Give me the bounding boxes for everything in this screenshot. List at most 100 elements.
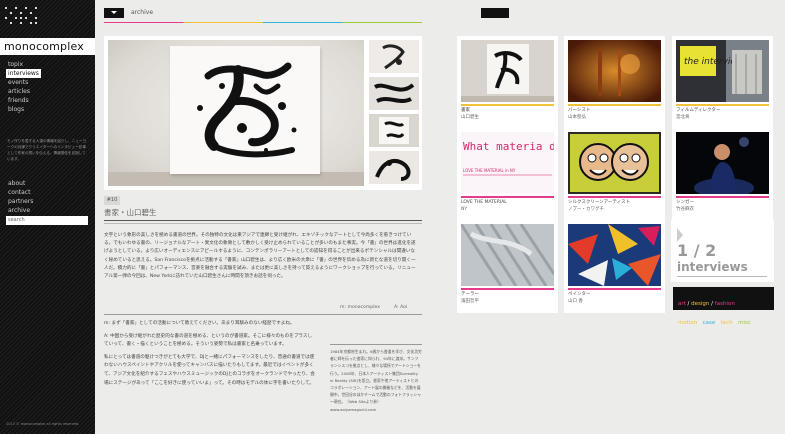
calligraphy-artwork-icon <box>197 62 297 158</box>
archive-toggle-button[interactable] <box>104 8 124 18</box>
menu-tab-button[interactable] <box>481 8 509 18</box>
category-fashion[interactable]: fashion <box>715 301 735 307</box>
sidebar: monocomplex topix interviews events arti… <box>0 0 95 434</box>
gallery-floor <box>108 172 364 186</box>
card-category-bar <box>461 196 554 198</box>
qa-paragraph: A: 中国から受け継がれた歴史的な書の道を極める、というのが書道家。そこに様々の… <box>104 333 313 348</box>
category-tech[interactable]: tech <box>721 320 733 326</box>
site-description: モノ作りを愛する人達の情報を紹介し、ニューヨークの目線でクリエイターへのインタビ… <box>7 139 87 161</box>
article-title: 書家・山口碧生 <box>104 208 157 217</box>
card-thumbnail <box>568 132 661 194</box>
card-name: 宮北将 <box>676 115 690 120</box>
profile-rule <box>330 344 422 345</box>
pager-fraction: 1 / 2 <box>677 241 717 260</box>
interview-card[interactable]: バーシスト 山本堅弘 <box>564 36 665 129</box>
card-category-bar <box>568 196 661 198</box>
card-category-bar <box>461 104 554 106</box>
main-nav: topix interviews events articles friends… <box>6 60 41 114</box>
qa-paragraph: m: まず「書家」としての活動について教えてください。あまり耳馴みのない経歴です… <box>104 321 295 326</box>
nav-item-articles[interactable]: articles <box>6 87 32 96</box>
interview-card[interactable]: the interview フィルムディレクター 宮北将 <box>672 36 773 129</box>
interview-card[interactable]: シルクスクリーンアーティスト ノブー・カワグチ <box>564 128 665 221</box>
card-role: バーシスト <box>568 108 591 113</box>
title-rule <box>104 223 422 224</box>
nav-item-about[interactable]: about <box>6 179 27 188</box>
feature-gallery <box>104 36 422 190</box>
category-filter: art / design / fashion motion / case / t… <box>673 287 774 326</box>
search-input[interactable]: search <box>6 216 88 225</box>
pager-rule <box>677 276 767 277</box>
card-name: 山口碧生 <box>461 115 479 120</box>
nav-item-topix[interactable]: topix <box>6 60 25 69</box>
card-role: LOVE THE MATERIAL <box>461 200 507 205</box>
card-category-bar <box>461 288 554 290</box>
title-rule <box>104 220 422 221</box>
card-category-bar <box>568 104 661 106</box>
qa-paragraph: 私にとっては書道の駆けつきがとても大学で、DJと一緒にパフォーマンスをしたり、普… <box>104 354 315 386</box>
interview-card[interactable]: シンガー 竹谷麻衣 <box>672 128 773 221</box>
card-category-bar <box>568 288 661 290</box>
card-name: 山本堅弘 <box>568 115 586 120</box>
artist-profile: 1984年京都府生まれ。6歳から書道を学び、文化功労者に師を伝った書家に知られ、… <box>330 349 422 412</box>
interview-qa: m: まず「書家」としての活動について教えてください。あまり耳馴みのない経歴です… <box>104 320 316 392</box>
gallery-thumbnail[interactable] <box>369 114 419 147</box>
card-role: シンガー <box>676 200 694 205</box>
credit-artist: A: Aoi <box>394 305 408 310</box>
category-misc[interactable]: misc <box>738 320 751 326</box>
card-name: 山口 香 <box>568 299 583 304</box>
section-label: archive <box>131 9 154 16</box>
card-role: 書家 <box>461 108 470 113</box>
calligraphy-canvas <box>170 46 320 174</box>
nav-item-interviews[interactable]: interviews <box>6 69 41 78</box>
pager[interactable]: 1 / 2 interviews <box>671 220 774 282</box>
card-name: NY <box>461 207 468 212</box>
interview-card[interactable]: 書家 山口碧生 <box>457 36 558 129</box>
nav-item-friends[interactable]: friends <box>6 96 31 105</box>
gallery-thumbnail[interactable] <box>369 77 419 110</box>
card-name: 濱田哲平 <box>461 299 479 304</box>
color-divider <box>104 22 422 23</box>
nav-item-blogs[interactable]: blogs <box>6 105 26 114</box>
site-logo[interactable]: monocomplex <box>0 38 95 55</box>
card-category-bar <box>676 196 769 198</box>
credit-interviewer: m: monocomplex <box>340 305 380 310</box>
interview-card[interactable]: ペインター 山口 香 <box>564 220 665 313</box>
issue-number: #10 <box>104 196 120 205</box>
card-thumbnail <box>676 132 769 194</box>
nav-item-partners[interactable]: partners <box>6 197 35 206</box>
poster-subline: LOVE THE MATERIAL in NY <box>463 168 516 173</box>
category-case[interactable]: case <box>703 320 716 326</box>
article-intro: 文字という象形の美しさを極める書道の世界。その独特の文化は東アジアで連綿と受け継… <box>104 233 416 280</box>
gallery-thumbnail[interactable] <box>369 40 419 73</box>
card-thumbnail <box>568 224 661 286</box>
card-thumbnail: What materia do you love ? LOVE THE MATE… <box>461 132 554 194</box>
logo-mark-icon[interactable] <box>5 7 45 29</box>
interview-card[interactable]: What materia do you love ? LOVE THE MATE… <box>457 128 558 221</box>
card-category-bar <box>676 104 769 106</box>
category-motion[interactable]: motion <box>678 320 697 326</box>
credit-line: m: monocomplex A: Aoi <box>104 305 422 315</box>
card-thumbnail <box>568 40 661 102</box>
card-thumbnail <box>461 224 554 286</box>
gallery-thumbnail[interactable] <box>369 151 419 184</box>
card-role: フィルムディレクター <box>676 108 721 113</box>
footer-nav: about contact partners archive <box>6 179 35 215</box>
nav-item-events[interactable]: events <box>6 78 30 87</box>
credit-rule <box>104 314 422 315</box>
category-art[interactable]: art <box>678 301 686 307</box>
card-role: ペインター <box>568 292 591 297</box>
card-role: シルクスクリーンアーティスト <box>568 200 631 205</box>
card-thumbnail <box>461 40 554 102</box>
poster-headline: What materia do you love ? <box>463 140 554 153</box>
card-role: テーラー <box>461 292 479 297</box>
category-design[interactable]: design <box>691 301 709 307</box>
card-thumbnail: the interview <box>676 40 769 102</box>
feature-photo[interactable] <box>108 40 364 186</box>
next-arrow-icon[interactable] <box>677 228 683 242</box>
interview-card[interactable]: テーラー 濱田哲平 <box>457 220 558 313</box>
card-name: ノブー・カワグチ <box>568 207 604 212</box>
nav-item-archive[interactable]: archive <box>6 206 32 215</box>
copyright: 2013 © monocomplex all rights reserved. <box>6 422 80 426</box>
nav-item-contact[interactable]: contact <box>6 188 32 197</box>
pager-label: interviews <box>677 260 748 274</box>
